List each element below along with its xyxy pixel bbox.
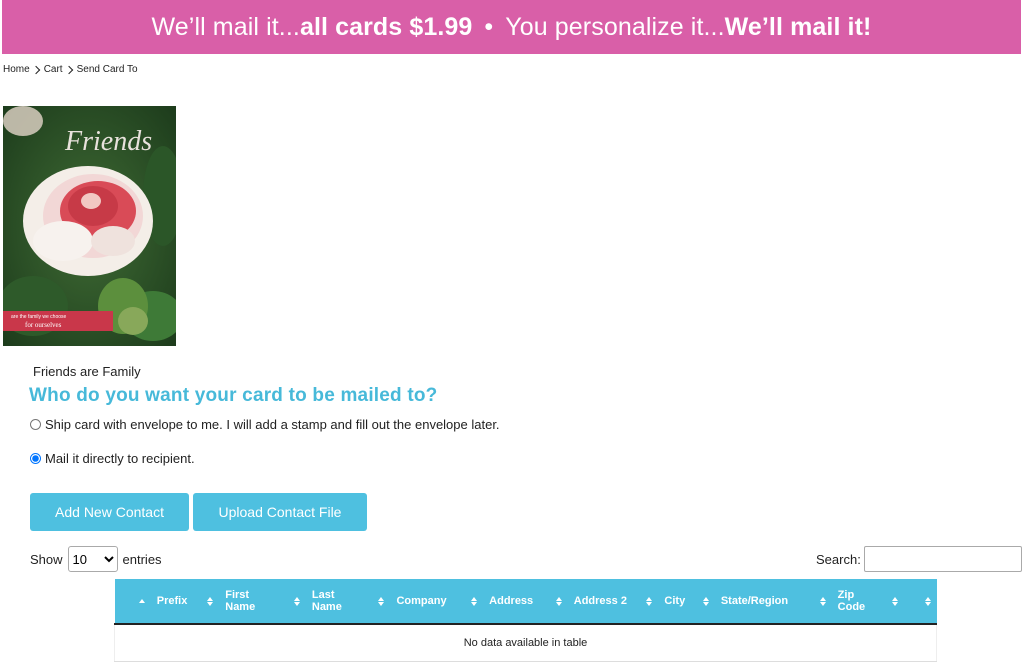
column-actions-header[interactable] <box>904 579 937 625</box>
table-row: No data available in table <box>114 624 937 662</box>
card-name: Friends are Family <box>33 364 141 379</box>
column-last-name-header[interactable]: Last Name <box>305 579 391 625</box>
column-first-name-header[interactable]: First Name <box>219 579 306 625</box>
sort-icon <box>924 596 931 606</box>
mail-direct-label: Mail it directly to recipient. <box>45 451 195 466</box>
entries-select[interactable]: 10 <box>67 546 118 572</box>
show-label: Show <box>30 551 63 567</box>
breadcrumb-home[interactable]: Home <box>3 64 30 75</box>
upload-contact-file-button[interactable]: Upload Contact File <box>193 493 367 531</box>
card-subtitle-2: for ourselves <box>25 321 62 329</box>
banner-text-1: We’ll mail it... <box>151 12 300 41</box>
entries-label: entries <box>122 551 162 567</box>
card-title-text: Friends <box>64 126 152 157</box>
banner-text-2: all cards $1.99 <box>299 12 473 41</box>
chevron-right-icon <box>31 65 40 74</box>
sort-icon <box>378 596 385 606</box>
table-search: Search: <box>816 546 1022 572</box>
add-new-contact-button[interactable]: Add New Contact <box>30 493 189 531</box>
mail-direct-radio[interactable] <box>30 453 41 464</box>
empty-table-message: No data available in table <box>114 624 937 662</box>
mail-direct-option[interactable]: Mail it directly to recipient. <box>29 451 195 466</box>
promo-banner: We’ll mail it... all cards $1.99 • You pe… <box>2 0 1021 54</box>
card-illustration: Friends are the family we choose for our… <box>3 106 176 346</box>
sort-icon <box>892 596 899 606</box>
column-address2-header[interactable]: Address 2 <box>567 579 659 625</box>
banner-separator: • <box>484 12 494 41</box>
sort-ascending-icon <box>138 599 145 603</box>
column-state-header[interactable]: State/Region <box>714 579 832 625</box>
card-subtitle-1: are the family we choose <box>11 314 67 320</box>
column-select-header[interactable] <box>114 579 151 625</box>
breadcrumb-current: Send Card To <box>76 64 138 75</box>
search-input[interactable] <box>863 546 1022 572</box>
ship-to-me-label: Ship card with envelope to me. I will ad… <box>45 417 500 432</box>
table-header-row: Prefix First Name Last Name Company Addr… <box>114 579 937 625</box>
breadcrumb-cart[interactable]: Cart <box>44 64 63 75</box>
column-address-header[interactable]: Address <box>483 579 568 625</box>
search-label: Search: <box>816 551 861 567</box>
sort-icon <box>207 596 214 606</box>
sort-icon <box>293 596 300 606</box>
banner-text-4: We’ll mail it! <box>724 12 872 41</box>
sort-icon <box>819 596 826 606</box>
contacts-table: Prefix First Name Last Name Company Addr… <box>114 579 937 662</box>
chevron-right-icon <box>64 65 73 74</box>
column-company-header[interactable]: Company <box>390 579 484 625</box>
column-zip-header[interactable]: Zip Code <box>831 579 905 625</box>
page-heading: Who do you want your card to be mailed t… <box>29 385 438 406</box>
banner-text-3: You personalize it... <box>505 12 725 41</box>
friends-card-image: Friends are the family we choose for our… <box>3 106 176 346</box>
column-prefix-header[interactable]: Prefix <box>150 579 220 625</box>
sort-icon <box>555 596 562 606</box>
sort-icon <box>702 596 709 606</box>
ship-to-me-radio[interactable] <box>30 419 41 430</box>
breadcrumb: Home Cart Send Card To <box>3 64 138 75</box>
sort-icon <box>646 596 653 606</box>
entries-length-control: Show 10 entries <box>30 546 162 572</box>
sort-icon <box>471 596 478 606</box>
column-city-header[interactable]: City <box>658 579 715 625</box>
ship-to-me-option[interactable]: Ship card with envelope to me. I will ad… <box>29 417 500 432</box>
